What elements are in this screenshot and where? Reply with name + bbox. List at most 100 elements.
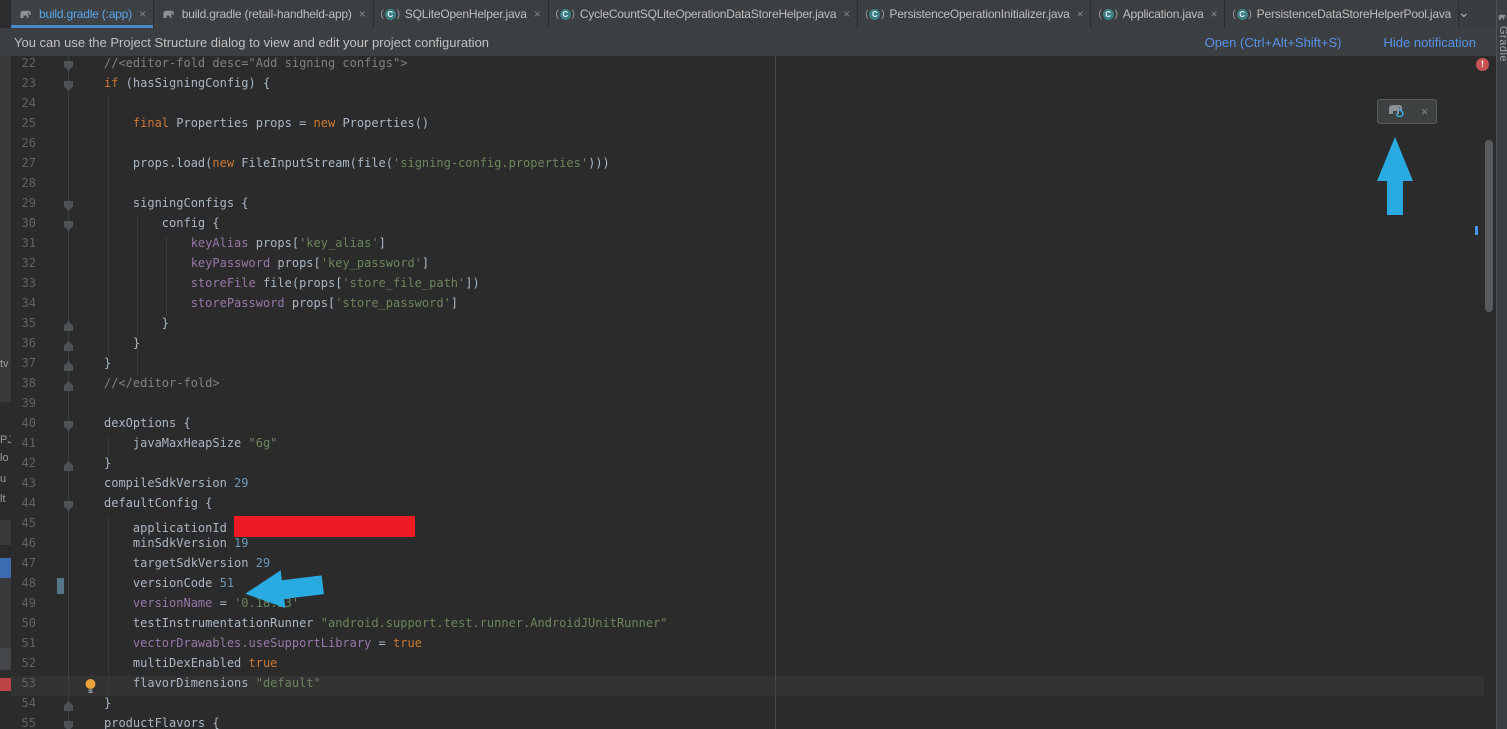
code-line[interactable]: storeFile file(props['store_file_path']) [104,276,480,296]
tab-build-gradle-app[interactable]: build.gradle (:app)× [11,0,154,28]
code-line[interactable]: props.load(new FileInputStream(file('sig… [104,156,610,176]
line-number: 42 [12,456,36,476]
code-token: targetSdkVersion [104,556,256,570]
open-project-structure-link[interactable]: Open (Ctrl+Alt+Shift+S) [1205,35,1342,50]
code-line[interactable]: } [104,696,111,716]
fold-marker-icon[interactable] [64,61,73,71]
fold-marker-icon[interactable] [64,461,73,471]
code-token [104,296,191,310]
code-token: props.load( [104,156,212,170]
code-line[interactable]: minSdkVersion 19 [104,536,249,556]
code-token: versionCode [104,576,220,590]
fold-marker-icon[interactable] [64,501,73,511]
java-class-icon: (C) [1232,9,1251,20]
fold-marker-icon[interactable] [64,201,73,211]
gradle-sync-floating-toolbar: × [1377,99,1437,124]
code-token: ] [379,236,386,250]
code-line[interactable]: applicationId [104,516,415,536]
tab-persistenceoperationinitializer-java[interactable]: (C)PersistenceOperationInitializer.java× [858,0,1091,28]
code-line[interactable]: } [104,356,111,376]
code-line[interactable]: //</editor-fold> [104,376,220,396]
code-line[interactable]: final Properties props = new Properties(… [104,116,429,136]
sliver-text-fragment: tv [0,358,9,370]
code-line[interactable]: flavorDimensions "default" [104,676,321,696]
tab-application-java[interactable]: (C)Application.java× [1091,0,1225,28]
code-token: dexOptions { [104,416,191,430]
code-line[interactable]: storePassword props['store_password'] [104,296,458,316]
code-line[interactable]: } [104,456,111,476]
fold-marker-icon[interactable] [64,361,73,371]
code-line[interactable]: versionCode 51 [104,576,234,596]
gutter-fold-line [68,56,69,729]
tab-persistencedatastorehelperpool-java[interactable]: (C)PersistenceDataStoreHelperPool.java [1225,0,1459,28]
intention-bulb-icon[interactable] [84,678,97,699]
code-token: ]) [465,276,479,290]
code-line[interactable]: } [104,316,169,336]
java-class-icon: (C) [865,9,884,20]
code-line[interactable]: javaMaxHeapSize "6g" [104,436,277,456]
code-token: config { [104,216,220,230]
tabbar-left-spacer [0,0,11,28]
code-line[interactable]: vectorDrawables.useSupportLibrary = true [104,636,422,656]
editor-tab-bar: build.gradle (:app)×build.gradle (retail… [0,0,1496,29]
inspections-error-badge[interactable]: ! [1476,58,1489,71]
tab-label: build.gradle (retail-handheld-app) [182,7,352,21]
code-token: testInstrumentationRunner [104,616,321,630]
tab-close-icon[interactable]: × [359,7,366,21]
code-token: multiDexEnabled [104,656,249,670]
tab-close-icon[interactable]: × [1077,7,1084,21]
tab-close-icon[interactable]: × [1211,7,1218,21]
redaction-box [234,516,415,537]
right-toolwindow-bar[interactable]: Gradle [1496,0,1507,729]
tab-build-gradle-retail-handheld-app[interactable]: build.gradle (retail-handheld-app) × [154,0,374,28]
code-editor[interactable]: 2223242526272829303132333435363738394041… [0,56,1496,729]
fold-marker-icon[interactable] [64,721,73,729]
tab-close-icon[interactable]: × [843,7,850,21]
tab-sqliteopenhelper-java[interactable]: (C)SQLiteOpenHelper.java× [374,0,549,28]
code-token: keyPassword [191,256,270,270]
fold-marker-icon[interactable] [64,81,73,91]
code-token: javaMaxHeapSize [104,436,249,450]
code-token: 29 [234,476,248,490]
hide-notification-link[interactable]: Hide notification [1384,35,1477,50]
code-token: } [104,456,111,470]
code-line[interactable]: keyAlias props['key_alias'] [104,236,386,256]
code-token: 'key_password' [321,256,422,270]
fold-marker-icon[interactable] [64,321,73,331]
code-token: true [393,636,422,650]
code-token: FileInputStream(file( [234,156,393,170]
code-token: //</editor-fold> [104,376,220,390]
code-line[interactable]: keyPassword props['key_password'] [104,256,429,276]
gradle-toolwindow-label: Gradle [1497,26,1507,62]
fold-marker-icon[interactable] [64,221,73,231]
code-line[interactable]: //<editor-fold desc="Add signing configs… [104,56,407,76]
code-line[interactable]: dexOptions { [104,416,191,436]
tab-list-chevron-icon[interactable]: ⌄ [1458,4,1470,21]
error-stripe-mark[interactable] [1475,226,1478,235]
fold-marker-icon[interactable] [64,381,73,391]
code-line[interactable]: signingConfigs { [104,196,249,216]
code-line[interactable]: compileSdkVersion 29 [104,476,249,496]
tab-cyclecountsqliteoperationdatastorehelper-java[interactable]: (C)CycleCountSQLiteOperationDataStoreHel… [549,0,859,28]
code-token: keyAlias [191,236,249,250]
tab-close-icon[interactable]: × [534,7,541,21]
code-line[interactable]: config { [104,216,220,236]
code-line[interactable]: defaultConfig { [104,496,212,516]
code-line[interactable]: multiDexEnabled true [104,656,277,676]
code-token: "default" [256,676,321,690]
code-line[interactable]: productFlavors { [104,716,220,729]
fold-marker-icon[interactable] [64,421,73,431]
tab-close-icon[interactable]: × [139,7,146,21]
line-number: 27 [12,156,36,176]
code-line[interactable]: testInstrumentationRunner "android.suppo… [104,616,668,636]
fold-marker-icon[interactable] [64,341,73,351]
code-token: new [212,156,234,170]
code-line[interactable]: if (hasSigningConfig) { [104,76,270,96]
code-line[interactable]: } [104,336,140,356]
dismiss-sync-toolbar-icon[interactable]: × [1421,104,1429,119]
right-margin-guide [775,56,776,729]
fold-marker-icon[interactable] [64,701,73,711]
line-number: 25 [12,116,36,136]
editor-scrollbar-thumb[interactable] [1485,140,1493,312]
gradle-sync-icon[interactable] [1386,102,1406,122]
